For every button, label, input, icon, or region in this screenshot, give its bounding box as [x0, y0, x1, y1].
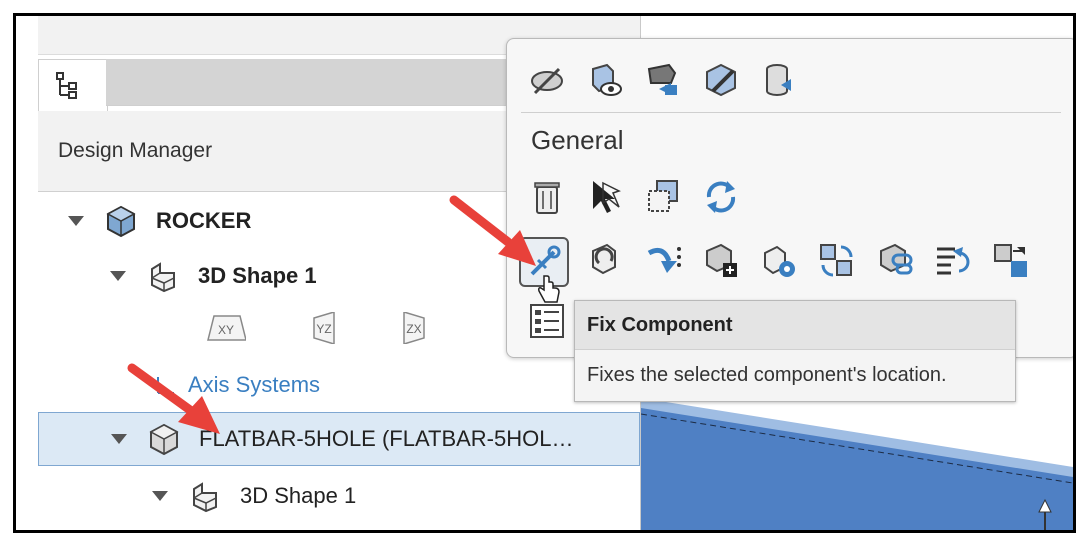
select-icon[interactable] — [585, 177, 625, 217]
tab-design-tree[interactable] — [38, 59, 108, 112]
shape-icon — [151, 262, 175, 293]
chevron-down-icon[interactable] — [111, 434, 127, 444]
pattern-icon[interactable] — [759, 241, 799, 281]
move-down-icon[interactable] — [643, 61, 683, 101]
component-icon — [149, 423, 179, 456]
tree-item-label: 3D Shape 1 — [198, 263, 317, 288]
shape-icon — [193, 482, 217, 513]
tree-item-axis-systems[interactable]: Axis Systems — [152, 363, 320, 407]
chevron-down-icon[interactable] — [68, 216, 84, 226]
plane-label: ZX — [406, 322, 421, 336]
link-icon[interactable] — [875, 241, 915, 281]
tree-item-label: 3D Shape 1 — [240, 483, 357, 508]
import-icon[interactable] — [759, 61, 799, 101]
xy-plane-icon[interactable]: XY — [206, 312, 246, 344]
tree-item-flatbar-3d-shape-1[interactable]: 3D Shape 1 — [152, 474, 356, 518]
chevron-down-icon[interactable] — [152, 491, 168, 501]
toolbar-separator — [521, 112, 1061, 113]
plane-label: XY — [218, 323, 234, 337]
plane-label: YZ — [316, 322, 331, 336]
assembly-icon — [106, 205, 136, 238]
axis-systems-label[interactable]: Axis Systems — [188, 372, 320, 398]
toolbar-section-label: General — [531, 125, 624, 155]
chevron-down-icon[interactable] — [110, 271, 126, 281]
insert-icon[interactable] — [643, 241, 683, 281]
tooltip: Fix Component Fixes the selected compone… — [574, 300, 1016, 402]
replace-icon[interactable] — [991, 241, 1031, 281]
edit-component-icon[interactable] — [701, 61, 741, 101]
fix-component-button[interactable] — [519, 237, 569, 287]
tree-item-flatbar-5hole[interactable]: FLATBAR-5HOLE (FLATBAR-5HOL… — [38, 412, 640, 466]
copy-icon[interactable] — [643, 177, 683, 217]
fix-component-icon — [530, 245, 561, 276]
refresh-icon[interactable] — [701, 177, 741, 217]
viewport-model[interactable] — [641, 396, 1076, 533]
delete-icon[interactable] — [527, 177, 567, 217]
tooltip-description: Fixes the selected component's location. — [587, 364, 947, 386]
regenerate-icon[interactable] — [817, 241, 857, 281]
tree-item-3d-shape-1[interactable]: 3D Shape 1 — [110, 254, 317, 298]
add-component-icon[interactable] — [701, 241, 741, 281]
zx-plane-icon[interactable]: ZX — [394, 312, 434, 344]
reorder-icon[interactable] — [933, 241, 973, 281]
tree-item-rocker[interactable]: ROCKER — [68, 199, 251, 243]
yz-plane-icon[interactable]: YZ — [304, 312, 344, 344]
axis-systems-icon — [157, 377, 174, 394]
screenshot-frame: Design Manager ROCKER 3D Shape 1 XY YZ Z… — [13, 13, 1076, 533]
tree-item-label: FLATBAR-5HOLE (FLATBAR-5HOL… — [199, 426, 574, 451]
tooltip-title: Fix Component — [575, 301, 1015, 350]
panel-title: Design Manager — [58, 139, 213, 162]
hide-icon[interactable] — [527, 61, 567, 101]
tree-icon — [56, 72, 77, 99]
properties-icon[interactable] — [527, 301, 567, 341]
show-component-icon[interactable] — [585, 61, 625, 101]
tree-item-label: ROCKER — [156, 208, 252, 233]
rotate-icon[interactable] — [585, 241, 625, 281]
